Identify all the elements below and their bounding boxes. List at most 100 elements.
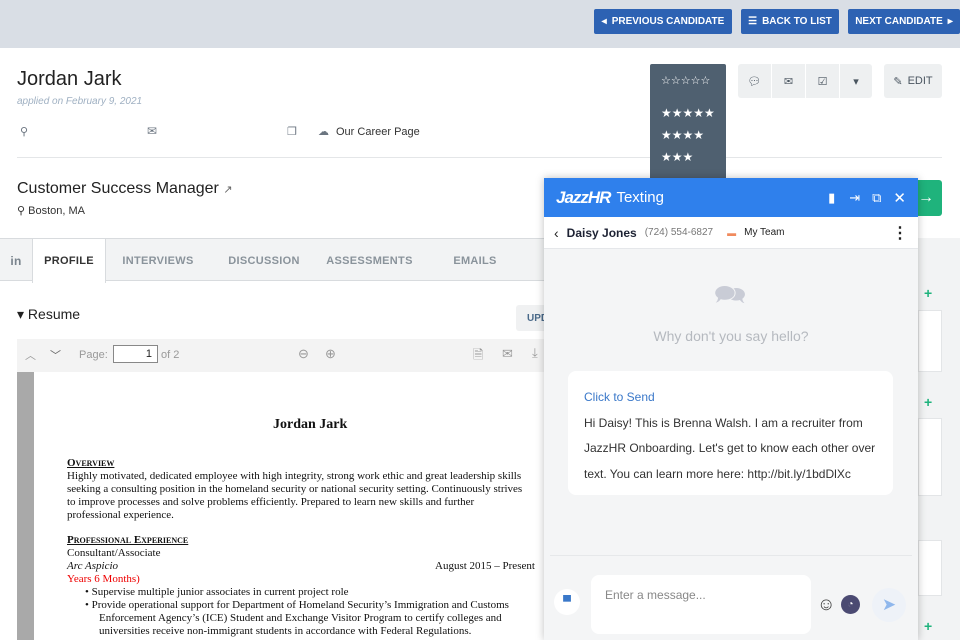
popout-icon[interactable]: ⧉ <box>872 190 881 206</box>
side-card <box>918 310 942 372</box>
document-icon[interactable]: 🗎︎ <box>473 346 483 368</box>
download-icon[interactable]: ⤓ <box>532 345 538 361</box>
arrow-right-icon: → <box>918 189 934 206</box>
resume-line: Highly motivated, dedicated employee wit… <box>67 470 522 482</box>
texting-header: JazzHR Texting ▮ ⇥ ⧉ ✕ <box>544 178 918 217</box>
page-up-icon[interactable]: ︿ <box>25 347 36 363</box>
resume-bullet: Provide operational support for Departme… <box>91 599 509 611</box>
divider <box>550 555 912 556</box>
schedule-clock-icon[interactable]: ◔ <box>841 595 860 614</box>
close-icon[interactable]: ✕ <box>893 189 906 207</box>
cloud-icon: ☁ <box>318 126 329 138</box>
comment-button[interactable]: 💬︎ <box>738 64 771 98</box>
team-icon: ▬ <box>727 227 737 238</box>
back-icon[interactable]: ‹ <box>554 225 559 241</box>
task-button[interactable]: ☑ <box>806 64 839 98</box>
tab-assessments[interactable]: ASSESSMENTS <box>322 239 417 282</box>
divider <box>17 157 942 158</box>
templates-icon[interactable]: ▀ <box>554 589 580 615</box>
back-to-list-button[interactable]: ☰ BACK TO LIST <box>741 9 839 34</box>
location-pin-icon: ⚲ <box>17 205 26 217</box>
template-card[interactable]: Click to Send Hi Daisy! This is Brenna W… <box>568 371 893 495</box>
resume-line: professional experience. <box>67 509 174 521</box>
template-line: Hi Daisy! This is Brenna Walsh. I am a r… <box>584 415 863 430</box>
location-pin-icon: ⚲ <box>20 126 29 138</box>
emoji-icon[interactable]: ☺ <box>817 594 835 615</box>
resume-company: Arc Aspicio <box>67 560 119 572</box>
caret-left-icon: ◂ <box>601 16 607 27</box>
add-icon[interactable]: + <box>924 394 932 410</box>
caret-right-icon: ▸ <box>947 16 953 27</box>
resume-name: Jordan Jark <box>273 417 348 432</box>
page-down-icon[interactable]: ﹀ <box>50 347 61 363</box>
empty-prompt: Why don't you say hello? <box>653 328 809 344</box>
comment-icon: 💬︎ <box>747 75 762 88</box>
email-button[interactable]: ✉ <box>772 64 805 98</box>
add-icon[interactable]: + <box>924 285 932 301</box>
resume-document: Jordan Jark Overview Highly motivated, d… <box>17 372 544 640</box>
tab-emails[interactable]: EMAILS <box>440 239 510 282</box>
linkedin-icon[interactable]: in <box>0 239 32 282</box>
zoom-in-icon[interactable]: ⊕ <box>325 346 336 362</box>
contact-bar: ‹ Daisy Jones (724) 554-6827 ▬ My Team ⋮ <box>544 217 918 249</box>
rating-dropdown[interactable]: ☆☆☆☆☆ ★★★★★ ★★★★ ★★★ <box>650 64 726 180</box>
rating-option-5[interactable]: ★★★★★ <box>661 102 715 124</box>
resume-duration: Years 6 Months) <box>67 573 140 585</box>
tab-discussion[interactable]: DISCUSSION <box>218 239 310 282</box>
chat-bubbles-icon: 🗪︎ <box>713 279 747 309</box>
click-to-send-link[interactable]: Click to Send <box>584 385 877 411</box>
send-icon[interactable]: ➤ <box>872 588 906 622</box>
candidate-name: Jordan Jark <box>17 68 122 90</box>
previous-candidate-button[interactable]: ◂ PREVIOUS CANDIDATE <box>594 9 732 34</box>
side-card <box>918 418 942 496</box>
template-line: JazzHR Onboarding. Let's get to know eac… <box>584 441 876 455</box>
jazzhr-logo: JazzHR <box>556 187 611 207</box>
template-line: text. You can learn more here: http://bi… <box>584 466 851 481</box>
page-input[interactable]: 1 <box>113 345 158 363</box>
email-icon[interactable]: ✉ <box>147 124 157 138</box>
caret-down-icon: ▾ <box>853 75 859 88</box>
pencil-icon: ✎ <box>893 75 903 88</box>
tab-interviews[interactable]: INTERVIEWS <box>112 239 204 282</box>
resume-heading: Professional Experience <box>67 534 189 546</box>
next-candidate-button[interactable]: NEXT CANDIDATE ▸ <box>848 9 960 34</box>
message-input[interactable]: Enter a message... <box>591 575 811 634</box>
page-count: of 2 <box>161 349 180 361</box>
rating-option-3[interactable]: ★★★ <box>661 146 715 168</box>
resume-heading: Overview <box>67 457 115 469</box>
external-link-icon: ↗ <box>223 184 233 196</box>
source: Our Career Page <box>336 126 420 138</box>
more-options-icon[interactable]: ⋮ <box>892 223 908 243</box>
pdf-toolbar: ︿ ﹀ Page: 1 of 2 ⊖ ⊕ 🗎︎ ✉ ⤓ <box>17 339 544 372</box>
texting-panel: JazzHR Texting ▮ ⇥ ⧉ ✕ ‹ Daisy Jones (72… <box>544 178 918 640</box>
book-icon[interactable]: ▮ <box>828 190 835 206</box>
email-resume-icon[interactable]: ✉ <box>502 346 513 362</box>
rating-option-none[interactable]: ☆☆☆☆☆ <box>661 70 715 92</box>
checkbox-icon: ☑ <box>817 75 828 88</box>
exit-icon[interactable]: ⇥ <box>849 190 860 206</box>
team-label[interactable]: My Team <box>744 227 784 238</box>
resume-role: Consultant/Associate <box>67 547 161 559</box>
resume-line: to improve processes and solve problems … <box>67 496 475 508</box>
add-icon[interactable]: + <box>924 618 932 634</box>
texting-title: Texting <box>616 189 664 206</box>
resume-section-toggle[interactable]: ▾ Resume <box>17 306 80 323</box>
envelope-icon: ✉ <box>783 75 794 88</box>
contact-phone: (724) 554-6827 <box>644 227 714 238</box>
update-resume-button[interactable]: UPD <box>516 305 548 331</box>
tab-profile[interactable]: PROFILE <box>32 239 106 283</box>
job-title-link[interactable]: Customer Success Manager ↗ <box>17 180 233 198</box>
resume-line: seeking a consulting position in the hom… <box>67 483 523 495</box>
job-location: ⚲ Boston, MA <box>17 205 85 217</box>
page-label: Page: <box>79 349 108 361</box>
rating-option-4[interactable]: ★★★★ <box>661 124 715 146</box>
copy-icon[interactable]: ❐ <box>287 125 297 138</box>
zoom-out-icon[interactable]: ⊖ <box>298 346 309 362</box>
resume-bullet: Enforcement Agency’s (ICE) Student and E… <box>99 612 502 624</box>
resume-bullet: universities receive non-immigrant stude… <box>99 625 472 637</box>
edit-button[interactable]: ✎ EDIT <box>884 64 942 98</box>
list-icon: ☰ <box>748 16 758 27</box>
resume-dates: August 2015 – Present <box>435 560 535 572</box>
more-dropdown-button[interactable]: ▾ <box>840 64 872 98</box>
side-card <box>918 540 942 596</box>
